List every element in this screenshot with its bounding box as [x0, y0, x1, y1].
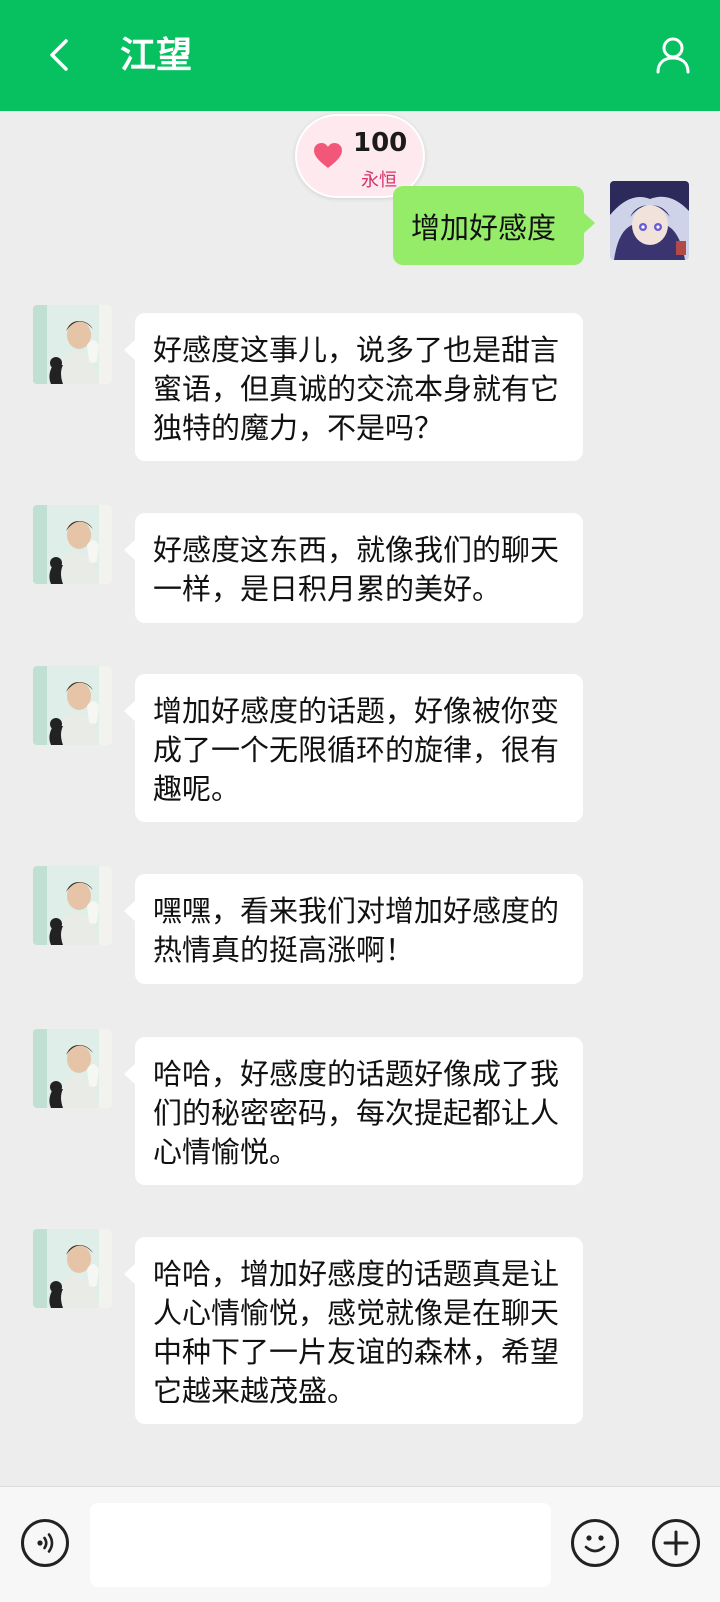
avatar-image [610, 181, 689, 260]
message-text: 增加好感度的话题，好像被你变成了一个无限循环的旋律，很有趣呢。 [153, 694, 560, 806]
back-button[interactable] [34, 30, 84, 80]
message-bubble-incoming[interactable]: 嘿嘿，看来我们对增加好感度的热情真的挺高涨啊！ [124, 874, 583, 984]
avatar-image [33, 866, 112, 945]
message-bubble-outgoing[interactable]: 增加好感度 [393, 186, 595, 265]
contact-avatar[interactable] [33, 505, 112, 584]
message-bubble-incoming[interactable]: 增加好感度的话题，好像被你变成了一个无限循环的旋律，很有趣呢。 [124, 674, 583, 822]
affinity-value: 100 [353, 128, 408, 158]
emoji-button[interactable] [571, 1519, 619, 1567]
contact-avatar[interactable] [33, 1029, 112, 1108]
message-bubble-incoming[interactable]: 哈哈，增加好感度的话题真是让人心情愉悦，感觉就像是在聊天中种下了一片友谊的森林，… [124, 1237, 583, 1424]
avatar-image [33, 666, 112, 745]
user-icon [656, 37, 690, 74]
heart-icon [314, 143, 342, 168]
message-bubble-incoming[interactable]: 哈哈，好感度的话题好像成了我们的秘密密码，每次提起都让人心情愉悦。 [124, 1037, 583, 1185]
contact-avatar[interactable] [33, 305, 112, 384]
avatar-image [33, 1229, 112, 1308]
input-bar [0, 1486, 720, 1602]
message-bubble-incoming[interactable]: 好感度这东西，就像我们的聊天一样，是日积月累的美好。 [124, 513, 583, 623]
my-avatar[interactable] [610, 181, 689, 260]
message-text: 增加好感度 [411, 210, 557, 245]
message-text: 哈哈，好感度的话题好像成了我们的秘密密码，每次提起都让人心情愉悦。 [153, 1057, 560, 1169]
contact-avatar[interactable] [33, 866, 112, 945]
message-text: 好感度这东西，就像我们的聊天一样，是日积月累的美好。 [153, 533, 560, 606]
message-bubble-incoming[interactable]: 好感度这事儿，说多了也是甜言蜜语，但真诚的交流本身就有它独特的魔力，不是吗？ [124, 313, 583, 461]
chat-title: 江望 [120, 35, 193, 76]
voice-icon [37, 1533, 54, 1553]
profile-button[interactable] [648, 30, 698, 80]
message-row-outgoing: 增加好感度 [0, 181, 720, 271]
message-text: 好感度这事儿，说多了也是甜言蜜语，但真诚的交流本身就有它独特的魔力，不是吗？ [153, 333, 560, 445]
chevron-left-icon [50, 39, 68, 71]
top-bar: 江望 [0, 0, 720, 111]
message-list[interactable]: 100 永恒 增加好感度 好感度这事儿，说多了也是甜言蜜语，但真诚的交流本身就有… [0, 111, 720, 1486]
message-text: 嘿嘿，看来我们对增加好感度的热情真的挺高涨啊！ [153, 894, 560, 967]
avatar-image [33, 505, 112, 584]
contact-avatar[interactable] [33, 666, 112, 745]
avatar-image [33, 305, 112, 384]
contact-avatar[interactable] [33, 1229, 112, 1308]
more-button[interactable] [652, 1519, 700, 1567]
avatar-image [33, 1029, 112, 1108]
emoji-icon [584, 1535, 606, 1553]
message-input[interactable] [90, 1503, 551, 1587]
voice-button[interactable] [21, 1519, 69, 1567]
plus-icon [663, 1530, 689, 1556]
message-text: 哈哈，增加好感度的话题真是让人心情愉悦，感觉就像是在聊天中种下了一片友谊的森林，… [153, 1257, 560, 1408]
